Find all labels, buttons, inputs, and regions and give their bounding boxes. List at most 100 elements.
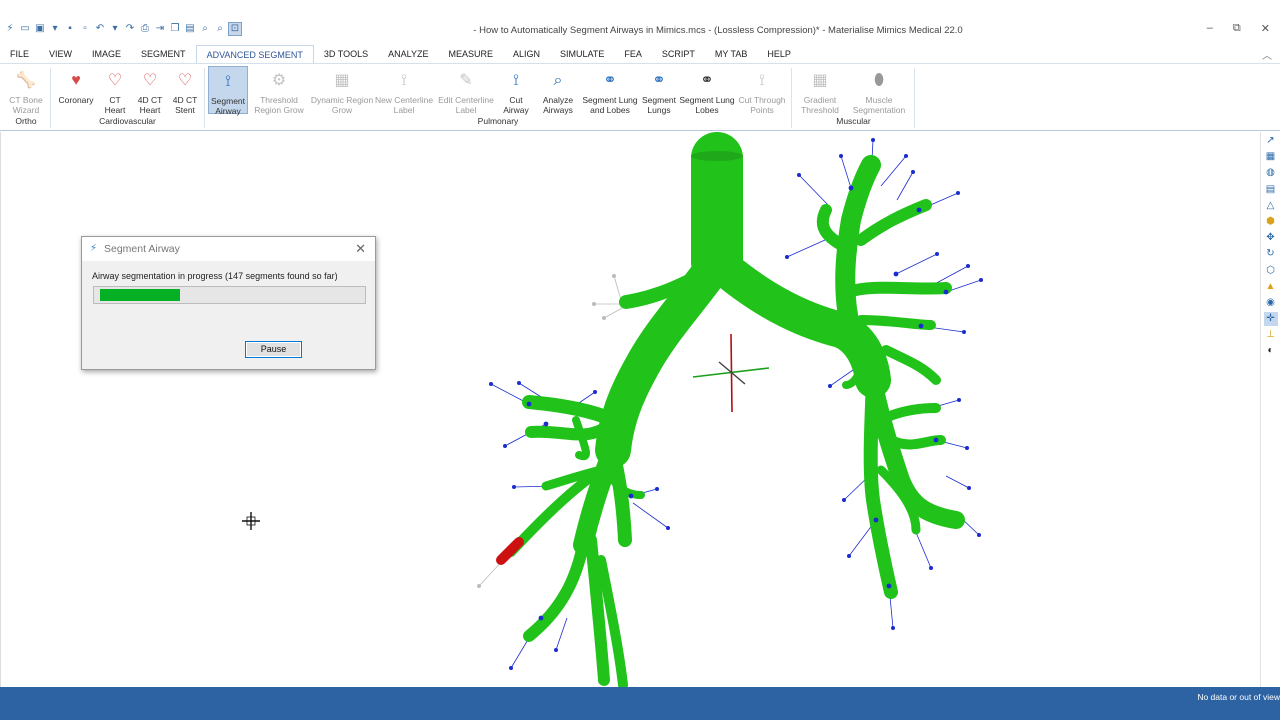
eye-icon[interactable]: ◉ xyxy=(1264,296,1278,310)
progress-bar xyxy=(93,286,366,304)
dialog-title-bar: ⚡ Segment Airway ✕ xyxy=(82,237,375,261)
trachea-top xyxy=(691,151,743,161)
crosshair-icon[interactable]: ✛ xyxy=(1263,312,1278,327)
window-title: - How to Automatically Segment Airways i… xyxy=(473,25,963,36)
menu-measure[interactable]: MEASURE xyxy=(438,45,503,63)
new-centerline-label-icon: ⟟ xyxy=(401,72,407,89)
ruler-icon[interactable]: ⊥ xyxy=(1264,328,1278,342)
edit-centerline-label-icon: ✎ xyxy=(459,72,473,89)
tool-coronary[interactable]: ♥ Coronary xyxy=(55,66,97,105)
triangle-icon[interactable]: △ xyxy=(1264,199,1278,213)
menu-my-tab[interactable]: MY TAB xyxy=(705,45,758,63)
tool-4d-ct-heart[interactable]: ♡ 4D CT Heart xyxy=(134,66,166,115)
title-bar: ⚡ ▭ ▣ ▾ ▪ ▫ ↶ ▾ ↷ ⎙ ⇥ ❐ ▤ ⌕ ⌕ ⊡ - How to… xyxy=(0,0,1280,44)
analyze-airways-icon: ⌕ xyxy=(553,72,563,89)
ribbon-collapse-icon[interactable]: ︿ xyxy=(1262,47,1272,62)
airway-3d-model[interactable] xyxy=(1,132,1260,687)
menu-advanced-segment[interactable]: ADVANCED SEGMENT xyxy=(195,45,314,63)
cone-icon[interactable]: ▲ xyxy=(1264,280,1278,294)
dynamic-region-grow-icon: ▦ xyxy=(334,72,350,89)
tool-ct-heart[interactable]: ♡ CT Heart xyxy=(100,66,130,115)
progress-message: Airway segmentation in progress (147 seg… xyxy=(92,271,338,281)
tool-new-centerline-label[interactable]: ⟟ New Centerline Label xyxy=(374,66,434,115)
cut-through-points-icon: ⟟ xyxy=(759,72,765,89)
move-icon[interactable]: ✥ xyxy=(1264,231,1278,245)
tool-gradient-threshold[interactable]: ▦ Gradient Threshold xyxy=(797,66,843,115)
window-controls: – ⧉ ✕ xyxy=(1207,22,1270,35)
menu-help[interactable]: HELP xyxy=(757,45,801,63)
tool-4d-ct-stent[interactable]: ♡ 4D CT Stent xyxy=(169,66,201,115)
status-text: No data or out of view xyxy=(1197,692,1280,702)
menu-align[interactable]: ALIGN xyxy=(503,45,550,63)
ct-heart-icon: ♡ xyxy=(107,72,123,89)
cut-airway-icon: ⟟ xyxy=(513,72,519,89)
ribbon-separator xyxy=(204,68,205,128)
cube-icon[interactable]: ⬡ xyxy=(1264,264,1278,278)
rotate-icon[interactable]: ↻ xyxy=(1264,247,1278,261)
group-label-ortho: Ortho xyxy=(15,116,37,126)
menu-image[interactable]: IMAGE xyxy=(82,45,131,63)
group-label-pulmonary: Pulmonary xyxy=(477,116,519,126)
group-label-muscular: Muscular xyxy=(836,116,871,126)
progress-fill xyxy=(100,289,180,301)
gradient-threshold-icon: ▦ xyxy=(812,72,828,89)
menu-bar: FILE VIEW IMAGE SEGMENT ADVANCED SEGMENT… xyxy=(0,45,1280,63)
object-icon[interactable]: ⬢ xyxy=(1264,215,1278,229)
segment-lung-lobes-2-icon: ⚭ xyxy=(700,72,714,89)
4d-ct-stent-icon: ♡ xyxy=(177,72,193,89)
muscle-segmentation-icon: ⬮ xyxy=(873,72,885,89)
expand-arrow-icon[interactable]: ↗ xyxy=(1264,134,1278,148)
menu-file[interactable]: FILE xyxy=(0,45,39,63)
menu-simulate[interactable]: SIMULATE xyxy=(550,45,614,63)
ribbon-separator xyxy=(791,68,792,128)
pause-button[interactable]: Pause xyxy=(245,341,302,358)
tool-cut-through-points[interactable]: ⟟ Cut Through Points xyxy=(736,66,788,115)
coronary-heart-icon: ♥ xyxy=(71,72,81,89)
ribbon-separator xyxy=(914,68,915,128)
bone-icon: 🦴 xyxy=(16,72,36,89)
tool-segment-lung-lobes[interactable]: ⚭ Segment Lung Lobes xyxy=(679,66,735,115)
tool-dynamic-region-grow[interactable]: ▦ Dynamic Region Grow xyxy=(310,66,374,115)
menu-fea[interactable]: FEA xyxy=(614,45,652,63)
segment-lung-lobes-icon: ⚭ xyxy=(603,72,617,89)
ribbon: 🦴 CT Bone Wizard ♥ Coronary ♡ CT Heart ♡… xyxy=(0,63,1280,131)
menu-script[interactable]: SCRIPT xyxy=(652,45,705,63)
segment-airway-icon: ⚡ xyxy=(90,243,98,254)
menu-segment[interactable]: SEGMENT xyxy=(131,45,196,63)
stack-icon[interactable]: ▤ xyxy=(1264,183,1278,197)
ribbon-separator xyxy=(50,68,51,128)
crosshair-cursor-icon xyxy=(242,512,260,530)
tool-segment-lung-and-lobes[interactable]: ⚭ Segment Lung and Lobes xyxy=(581,66,639,115)
tool-ct-bone-wizard[interactable]: 🦴 CT Bone Wizard xyxy=(4,66,48,115)
menu-3d-tools[interactable]: 3D TOOLS xyxy=(314,45,378,63)
menu-view[interactable]: VIEW xyxy=(39,45,82,63)
tool-cut-airway[interactable]: ⟟ Cut Airway xyxy=(499,66,533,115)
tool-muscle-segmentation[interactable]: ⬮ Muscle Segmentation xyxy=(848,66,910,115)
threshold-region-grow-icon: ⚙ xyxy=(271,72,287,89)
menu-analyze[interactable]: ANALYZE xyxy=(378,45,438,63)
contrast-icon[interactable]: ◐ xyxy=(1264,344,1278,358)
orientation-axes xyxy=(692,333,770,413)
tool-edit-centerline-label[interactable]: ✎ Edit Centerline Label xyxy=(436,66,496,115)
minimize-button[interactable]: – xyxy=(1207,22,1213,35)
tool-segment-lungs[interactable]: ⚭ Segment Lungs xyxy=(641,66,677,115)
tool-threshold-region-grow[interactable]: ⚙ Threshold Region Grow xyxy=(252,66,306,115)
close-button[interactable]: ✕ xyxy=(1261,22,1270,35)
close-icon[interactable]: ✕ xyxy=(355,241,366,257)
airway-tree xyxy=(506,132,965,687)
grid-icon[interactable]: ▦ xyxy=(1264,150,1278,164)
segment-airway-icon: ⟟ xyxy=(225,73,231,90)
cut-marker xyxy=(496,537,524,565)
view-toolbar: ↗ ▦ ◍ ▤ △ ⬢ ✥ ↻ ⬡ ▲ ◉ ✛ ⊥ ◐ xyxy=(1260,132,1280,687)
segment-airway-dialog: ⚡ Segment Airway ✕ Airway segmentation i… xyxy=(81,236,376,370)
3d-viewport[interactable] xyxy=(0,132,1260,687)
tool-segment-airway[interactable]: ⟟ Segment Airway xyxy=(208,66,248,116)
4d-ct-heart-icon: ♡ xyxy=(142,72,158,89)
tool-analyze-airways[interactable]: ⌕ Analyze Airways xyxy=(539,66,577,115)
segment-lungs-icon: ⚭ xyxy=(652,72,666,89)
sphere-icon[interactable]: ◍ xyxy=(1264,166,1278,180)
restore-button[interactable]: ⧉ xyxy=(1233,22,1241,35)
dialog-title: Segment Airway xyxy=(104,243,180,255)
group-label-cardiovascular: Cardiovascular xyxy=(99,116,156,126)
status-bar: No data or out of view xyxy=(0,687,1280,720)
